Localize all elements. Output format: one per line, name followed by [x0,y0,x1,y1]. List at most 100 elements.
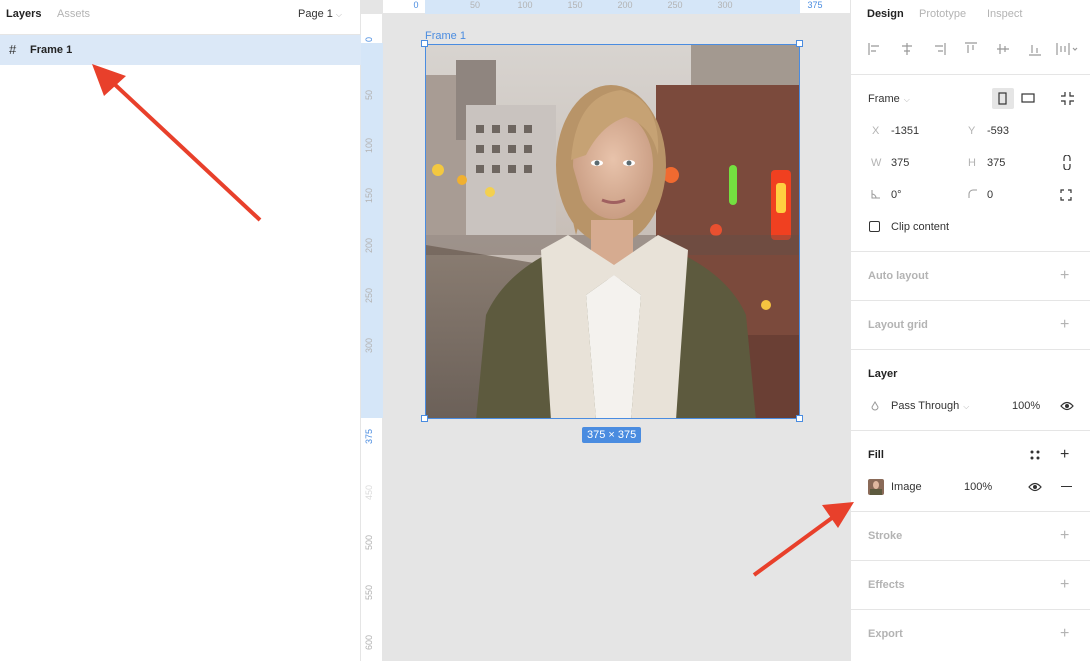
divider [851,349,1090,350]
rotation-input[interactable]: 0° [891,189,902,201]
width-input[interactable]: 375 [891,157,909,169]
resize-handle[interactable] [796,415,803,422]
frame-type-select[interactable]: Frame ⌵ [868,93,910,105]
page-select-label: Page 1 [298,8,333,20]
layer-name: Frame 1 [30,44,73,56]
corner-radius-icon [968,189,977,198]
layout-grid-title: Layout grid [868,319,928,331]
ruler-tick: 100 [364,137,374,153]
page-select[interactable]: Page 1 ⌵ [298,8,342,20]
divider [851,430,1090,431]
add-fill-icon[interactable]: + [1060,447,1069,463]
align-right-icon[interactable] [932,42,946,56]
ruler-highlight [425,0,800,14]
left-ruler: 0 50 100 150 200 250 300 375 450 500 550… [361,14,383,661]
layers-panel: Layers Assets Page 1 ⌵ # Frame 1 [0,0,361,661]
size-badge: 375 × 375 [582,427,642,443]
ruler-tick: 150 [567,0,583,10]
chevron-down-icon: ⌵ [963,402,970,411]
y-label: Y [968,125,976,137]
rotation-icon [871,190,880,199]
clip-content-label: Clip content [891,221,950,233]
image-fill-thumbnail[interactable] [868,479,884,495]
eye-icon[interactable] [1060,401,1074,411]
ruler-tick: 500 [364,534,374,550]
image-thumbnail [868,479,884,495]
corner-radius-input[interactable]: 0 [987,189,993,201]
align-left-icon[interactable] [868,42,882,56]
ruler-tick: 200 [617,0,633,10]
ruler-tick: 600 [364,634,374,650]
add-auto-layout-icon[interactable]: + [1060,268,1069,284]
align-bottom-icon[interactable] [1028,42,1042,56]
resize-to-fit-icon[interactable] [1060,91,1075,106]
design-panel: Design Prototype Inspect Frame ⌵ X -1351 … [850,0,1090,661]
frame-hash-icon: # [9,42,17,57]
add-effect-icon[interactable]: + [1060,577,1069,593]
divider [851,74,1090,75]
fill-opacity-input[interactable]: 100% [964,481,992,493]
ruler-tick: 250 [364,287,374,303]
blend-mode-icon [871,401,879,411]
auto-layout-title: Auto layout [868,270,929,282]
w-label: W [871,157,882,169]
portrait-toggle[interactable] [992,88,1014,109]
align-top-icon[interactable] [964,42,978,56]
independent-corners-icon[interactable] [1060,189,1072,201]
add-export-icon[interactable]: + [1060,626,1069,642]
ruler-tick: 300 [364,337,374,353]
ruler-tick: 375 [364,428,374,444]
layer-row-frame-1[interactable]: # Frame 1 [0,35,361,65]
align-horizontal-center-icon[interactable] [900,42,914,56]
chevron-down-icon: ⌵ [903,95,910,104]
resize-handle[interactable] [421,40,428,47]
ruler-tick: 375 [807,0,823,10]
ruler-tick: 250 [667,0,683,10]
y-input[interactable]: -593 [987,125,1009,137]
portrait-icon [998,92,1007,105]
clip-content-checkbox[interactable] [869,221,880,232]
distribute-icon[interactable] [1056,42,1080,56]
blend-mode-select[interactable]: Pass Through ⌵ [891,400,969,412]
frame-label[interactable]: Frame 1 [425,30,466,42]
ruler-tick: 50 [469,0,481,10]
alignment-toolbar [851,38,1090,62]
effects-section-title: Effects [868,579,905,591]
x-input[interactable]: -1351 [891,125,919,137]
layer-section-title: Layer [868,368,898,380]
tab-layers[interactable]: Layers [6,8,41,20]
tab-prototype[interactable]: Prototype [919,8,966,20]
landscape-icon[interactable] [1021,93,1035,103]
x-label: X [872,125,880,137]
divider [851,560,1090,561]
height-input[interactable]: 375 [987,157,1005,169]
layer-opacity-input[interactable]: 100% [1012,400,1040,412]
divider [851,609,1090,610]
eye-icon[interactable] [1028,482,1042,492]
photo-image [426,45,799,418]
resize-handle[interactable] [796,40,803,47]
style-grid-icon[interactable] [1029,449,1041,461]
ruler-tick: 300 [717,0,733,10]
h-label: H [968,157,976,169]
remove-fill-icon[interactable] [1061,486,1072,488]
constrain-proportions-icon[interactable] [1062,155,1072,170]
add-layout-grid-icon[interactable]: + [1060,317,1069,333]
add-stroke-icon[interactable]: + [1060,528,1069,544]
ruler-tick: 150 [364,187,374,203]
ruler-tick: 100 [517,0,533,10]
divider [851,300,1090,301]
tab-assets[interactable]: Assets [57,8,90,20]
tab-design[interactable]: Design [867,8,904,20]
fill-section-title: Fill [868,449,884,461]
resize-handle[interactable] [421,415,428,422]
tab-inspect[interactable]: Inspect [987,8,1022,20]
export-section-title: Export [868,628,903,640]
frame-1[interactable] [425,44,800,419]
ruler-tick: 200 [364,237,374,253]
divider [851,251,1090,252]
ruler-tick: 0 [413,0,419,10]
align-vertical-center-icon[interactable] [996,42,1010,56]
fill-type-label[interactable]: Image [891,481,922,493]
ruler-tick: 50 [364,89,374,100]
